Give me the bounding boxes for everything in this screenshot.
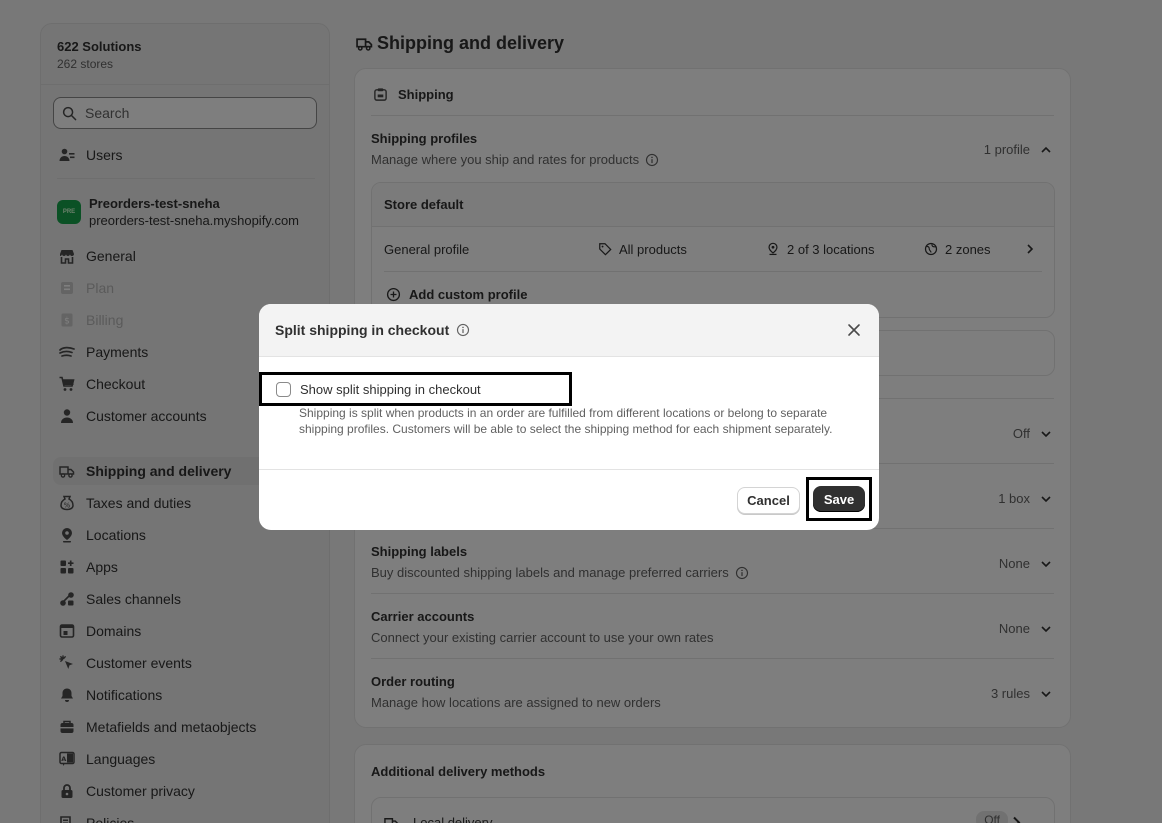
close-button[interactable] [845,321,863,339]
split-shipping-modal: Split shipping in checkout Show split sh… [259,304,879,530]
split-shipping-help-text: Shipping is split when products in an or… [299,406,833,436]
modal-title: Split shipping in checkout [275,322,450,338]
split-shipping-checkbox[interactable] [276,381,291,397]
save-button[interactable]: Save [813,486,865,512]
info-icon[interactable] [456,323,470,337]
cancel-button[interactable]: Cancel [737,487,800,514]
app-root: 622 Solutions 262 stores Users PRE Preor… [0,0,1162,823]
modal-footer-divider [259,469,879,470]
modal-header: Split shipping in checkout [259,304,879,357]
split-shipping-checkbox-label[interactable]: Show split shipping in checkout [300,382,481,397]
save-button-frame: Save [806,477,872,521]
close-icon [848,324,860,336]
split-shipping-checkbox-row[interactable]: Show split shipping in checkout [259,372,572,406]
